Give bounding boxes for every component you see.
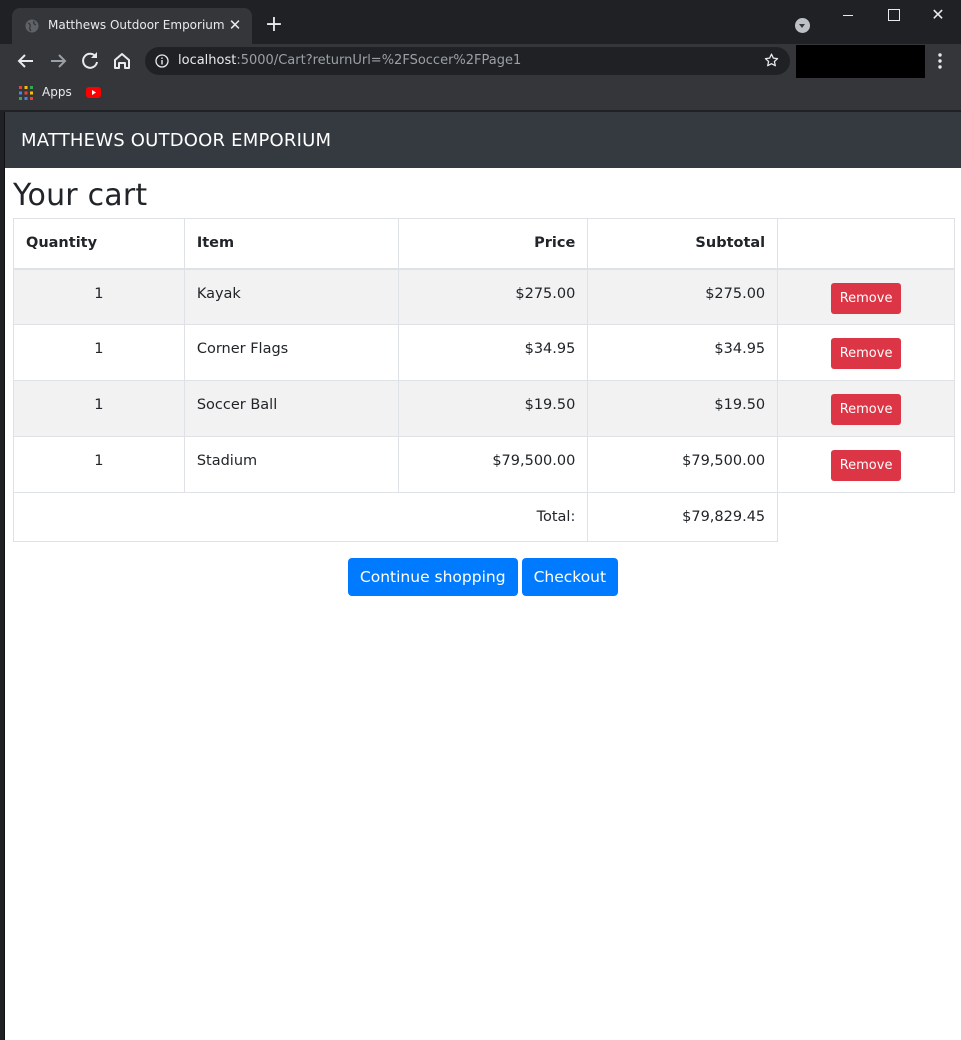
browser-tab[interactable]: Matthews Outdoor Emporium ✕ [12,8,252,44]
browser-toolbar: localhost:5000/Cart?returnUrl=%2FSoccer%… [0,44,961,81]
reload-icon[interactable] [78,49,102,73]
url-path: :5000/Cart?returnUrl=%2FSoccer%2FPage1 [236,53,522,68]
header-subtotal: Subtotal [587,218,779,270]
globe-icon [25,19,39,33]
total-value: $79,829.45 [587,492,779,542]
remove-button[interactable]: Remove [830,338,902,369]
bookmark-apps[interactable]: Apps [42,85,72,99]
info-icon[interactable] [155,54,169,68]
continue-shopping-button[interactable]: Continue shopping [347,558,518,596]
checkout-button[interactable]: Checkout [521,558,619,596]
bookmark-star-icon[interactable] [763,52,780,69]
remove-button[interactable]: Remove [830,450,902,481]
cell-item: Kayak [183,268,399,325]
remove-button[interactable]: Remove [830,282,902,314]
total-row: Total: $79,829.45 [12,492,955,542]
bookmarks-bar: Apps [0,78,961,111]
page-viewport: MATTHEWS OUTDOOR EMPORIUM Your cart Quan… [4,112,961,1040]
tab-title: Matthews Outdoor Emporium [48,18,225,32]
cart-table: Quantity Item Price Subtotal 1 Kayak $27… [12,218,955,542]
total-blank [778,493,955,542]
cell-subtotal: $34.95 [587,324,779,381]
remove-button[interactable]: Remove [830,394,902,425]
table-row: 1 Soccer Ball $19.50 $19.50 Remove [13,380,955,437]
total-label: Total: [12,492,589,542]
site-brand[interactable]: MATTHEWS OUTDOOR EMPORIUM [21,130,331,151]
cell-quantity: 1 [13,324,185,381]
home-icon[interactable] [110,49,134,73]
redacted-profile [796,45,925,81]
cell-item: Corner Flags [183,324,399,381]
site-navbar: MATTHEWS OUTDOOR EMPORIUM [5,112,961,168]
window-close-icon[interactable]: ✕ [915,0,961,30]
table-row: 1 Stadium $79,500.00 $79,500.00 Remove [13,436,955,493]
cell-price: $19.50 [397,380,589,437]
cell-action: Remove [777,436,955,493]
youtube-icon[interactable] [86,87,101,98]
kebab-menu-icon[interactable] [930,51,950,71]
cell-quantity: 1 [13,436,185,493]
cell-subtotal: $19.50 [587,380,779,437]
minimize-icon[interactable] [825,0,871,30]
page-title: Your cart [13,178,148,213]
new-tab-icon[interactable]: + [262,14,286,38]
cell-action: Remove [777,268,955,325]
table-row: 1 Kayak $275.00 $275.00 Remove [13,268,955,325]
cell-subtotal: $275.00 [587,268,779,325]
table-header-row: Quantity Item Price Subtotal [13,218,955,270]
close-tab-icon[interactable]: ✕ [226,16,244,34]
cell-action: Remove [777,380,955,437]
header-actions [777,218,955,270]
cell-quantity: 1 [13,380,185,437]
apps-grid-icon[interactable] [19,86,33,100]
forward-arrow-icon[interactable] [46,49,70,73]
table-row: 1 Corner Flags $34.95 $34.95 Remove [13,324,955,381]
browser-titlebar: Matthews Outdoor Emporium ✕ + ✕ [0,0,961,44]
header-price: Price [397,218,589,270]
cell-price: $79,500.00 [397,436,589,493]
cell-price: $275.00 [397,268,589,325]
cart-actions: Continue shopping Checkout [13,558,953,596]
page-content: Your cart Quantity Item Price Subtotal 1… [5,168,961,596]
back-arrow-icon[interactable] [14,49,38,73]
header-item: Item [183,218,399,270]
tab-search-icon[interactable] [795,18,810,33]
cell-quantity: 1 [13,268,185,325]
header-quantity: Quantity [13,218,185,270]
maximize-icon[interactable] [870,0,916,30]
address-bar[interactable]: localhost:5000/Cart?returnUrl=%2FSoccer%… [145,47,790,75]
cell-price: $34.95 [397,324,589,381]
cell-item: Soccer Ball [183,380,399,437]
cell-action: Remove [777,324,955,381]
cell-item: Stadium [183,436,399,493]
url-text[interactable]: localhost:5000/Cart?returnUrl=%2FSoccer%… [178,53,521,68]
url-host: localhost [178,53,237,68]
cell-subtotal: $79,500.00 [587,436,779,493]
